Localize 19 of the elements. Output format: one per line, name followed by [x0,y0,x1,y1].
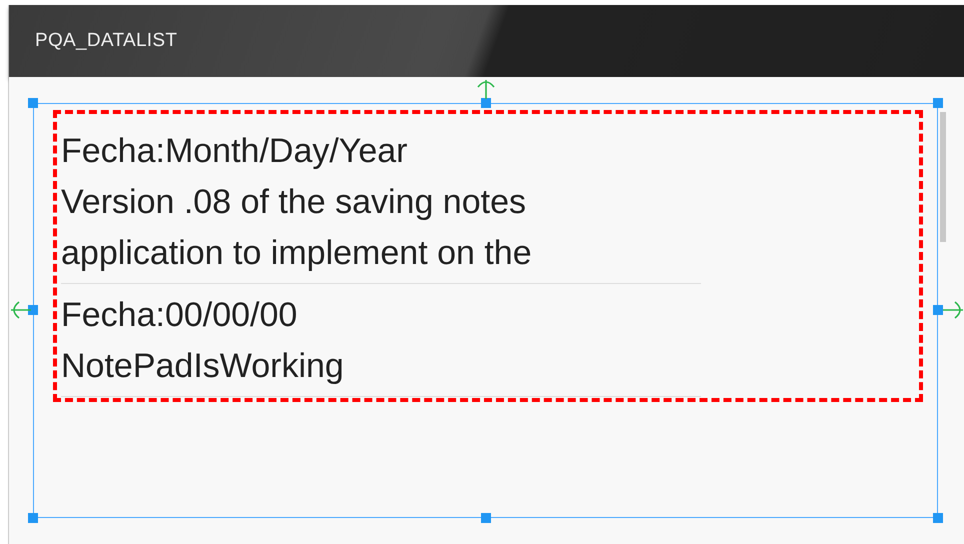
resize-handle[interactable] [28,513,38,523]
note-text: Version .08 of the saving notes application to implement on the [61,182,533,274]
constraint-arrow-icon [9,299,31,321]
resize-handle[interactable] [481,513,491,523]
app-title: PQA_DATALIST [35,30,178,52]
note-date: Fecha:Month/Day/Year [61,131,408,172]
scrollbar[interactable] [940,112,946,242]
note-text: NotePadIsWorking [61,346,345,387]
constraint-arrow-icon [475,77,497,99]
resize-handle[interactable] [933,98,943,108]
resize-handle[interactable] [28,305,38,315]
constraint-arrow-icon [943,299,964,321]
resize-handle[interactable] [481,98,491,108]
note-date: Fecha:00/00/00 [61,295,298,336]
note-item[interactable]: Fecha:00/00/00 NotePadIsWorking [61,290,701,397]
resize-handle[interactable] [933,513,943,523]
note-item[interactable]: Fecha:Month/Day/Year Version .08 of the saving notes application to implement on the [61,126,701,284]
resize-handle[interactable] [28,98,38,108]
resize-handle[interactable] [933,305,943,315]
